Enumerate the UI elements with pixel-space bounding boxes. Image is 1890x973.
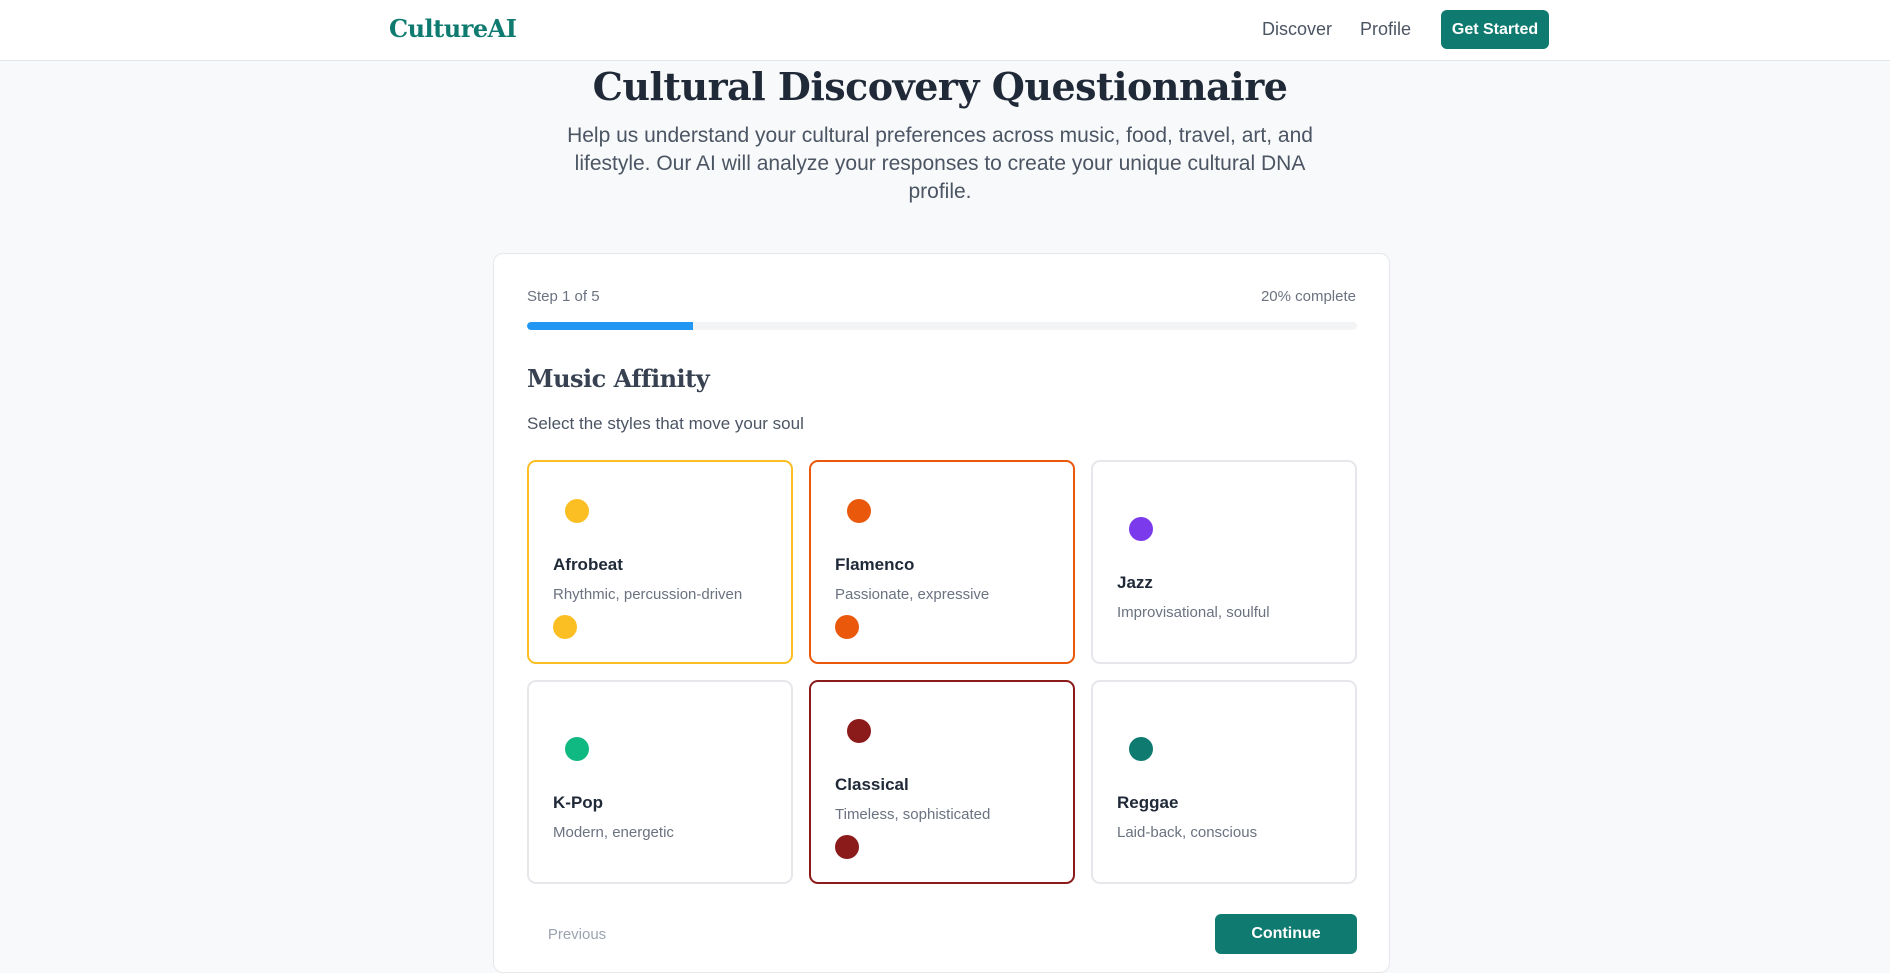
get-started-button[interactable]: Get Started — [1441, 10, 1549, 49]
option-description: Rhythmic, percussion-driven — [553, 586, 743, 603]
option-name: Jazz — [1117, 573, 1153, 592]
page-subtitle: Help us understand your cultural prefere… — [567, 124, 1313, 203]
top-navbar: CultureAI Discover Profile Get Started — [0, 0, 1890, 61]
continue-button[interactable]: Continue — [1215, 914, 1357, 954]
page-title: Cultural Discovery Questionnaire — [592, 64, 1288, 109]
option-card-reggae[interactable]: Reggae Laid-back, conscious — [1091, 680, 1357, 884]
option-card-classical[interactable]: Classical Timeless, sophisticated — [809, 680, 1075, 884]
option-name: Reggae — [1117, 793, 1179, 812]
option-description: Passionate, expressive — [835, 586, 990, 603]
nav-link-discover[interactable]: Discover — [1262, 19, 1332, 40]
option-description: Laid-back, conscious — [1117, 824, 1258, 841]
option-name: K-Pop — [553, 793, 604, 812]
option-description: Timeless, sophisticated — [835, 806, 991, 823]
section-title: Music Affinity — [527, 364, 710, 393]
music-style-icon — [565, 499, 589, 523]
progress-bar — [527, 322, 1357, 330]
step-indicator: Step 1 of 5 — [527, 288, 600, 305]
previous-button[interactable]: Previous — [527, 914, 627, 954]
music-style-icon — [1129, 517, 1153, 541]
music-style-icon — [847, 719, 871, 743]
option-name: Flamenco — [835, 555, 915, 574]
selected-indicator-icon — [553, 615, 577, 639]
nav-link-profile[interactable]: Profile — [1360, 19, 1411, 40]
section-subtitle: Select the styles that move your soul — [527, 414, 804, 433]
option-card-flamenco[interactable]: Flamenco Passionate, expressive — [809, 460, 1075, 664]
percent-complete: 20% complete — [1260, 288, 1356, 305]
progress-fill — [527, 322, 693, 330]
selected-indicator-icon — [835, 835, 859, 859]
option-card-jazz[interactable]: Jazz Improvisational, soulful — [1091, 460, 1357, 664]
music-style-icon — [565, 737, 589, 761]
music-style-icon — [847, 499, 871, 523]
logo[interactable]: CultureAI — [389, 14, 517, 43]
option-name: Afrobeat — [553, 555, 623, 574]
selected-indicator-icon — [835, 615, 859, 639]
music-style-icon — [1129, 737, 1153, 761]
option-description: Improvisational, soulful — [1117, 604, 1270, 621]
questionnaire-card: Step 1 of 5 20% complete Music Affinity … — [493, 253, 1390, 973]
option-card-afrobeat[interactable]: Afrobeat Rhythmic, percussion-driven — [527, 460, 793, 664]
option-card-k-pop[interactable]: K-Pop Modern, energetic — [527, 680, 793, 884]
option-name: Classical — [835, 775, 909, 794]
option-description: Modern, energetic — [553, 824, 674, 841]
